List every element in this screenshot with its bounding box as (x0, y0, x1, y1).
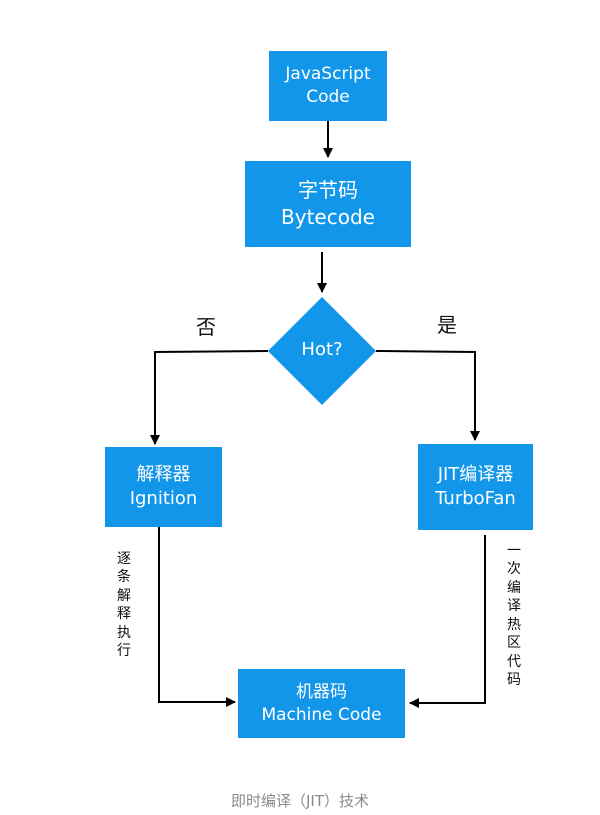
edge-label-no: 否 (196, 315, 216, 339)
arrow-compiler-to-machine (409, 535, 486, 708)
node-bytecode: 字节码 Bytecode (245, 161, 411, 247)
edge-label-yes: 是 (437, 313, 457, 337)
node-bytecode-line1: 字节码 (298, 178, 358, 202)
node-jit-compiler-line2: TurboFan (435, 488, 516, 509)
node-jit-compiler-line1: JIT编译器 (437, 463, 514, 485)
side-note-left-char: 逐 (117, 551, 131, 567)
node-interpreter-line1: 解释器 (136, 463, 191, 485)
side-note-right-char: 区 (507, 635, 521, 652)
side-note-left-char: 执 (117, 624, 131, 641)
side-note-right-char: 码 (507, 672, 521, 689)
side-note-right-char: 编 (507, 579, 521, 596)
side-note-right: 一 次 编 译 热 区 代 码 (507, 542, 521, 690)
side-note-left: 逐 条 解 释 执 行 (117, 550, 131, 661)
side-note-left-char: 解 (117, 587, 131, 604)
arrow-interpreter-to-machine (158, 527, 236, 707)
side-note-right-char: 一 (507, 543, 521, 559)
side-note-right-char: 译 (507, 598, 521, 615)
arrow-hot-yes-to-compiler (375, 350, 480, 441)
node-machine-code-line1: 机器码 (296, 681, 347, 702)
node-bytecode-line2: Bytecode (281, 205, 375, 229)
node-jit-compiler: JIT编译器 TurboFan (418, 444, 533, 530)
arrow-hot-no-to-interpreter (150, 350, 269, 445)
node-machine-code: 机器码 Machine Code (238, 669, 405, 738)
side-note-right-char: 热 (507, 616, 521, 633)
side-note-left-char: 条 (117, 569, 131, 586)
node-interpreter: 解释器 Ignition (105, 447, 222, 527)
node-machine-code-line2: Machine Code (261, 704, 382, 725)
side-note-left-char: 行 (117, 643, 131, 660)
node-javascript-code-line1: JavaScript (285, 64, 371, 85)
side-note-left-char: 释 (117, 606, 131, 623)
decision-label: Hot? (301, 339, 343, 360)
node-interpreter-line2: Ignition (129, 488, 198, 509)
node-javascript-code: JavaScript Code (269, 51, 387, 121)
figure-caption: 即时编译（JIT）技术 (230, 792, 369, 810)
node-javascript-code-line2: Code (306, 87, 350, 107)
side-note-right-char: 次 (507, 561, 521, 578)
side-note-right-char: 代 (507, 653, 521, 670)
